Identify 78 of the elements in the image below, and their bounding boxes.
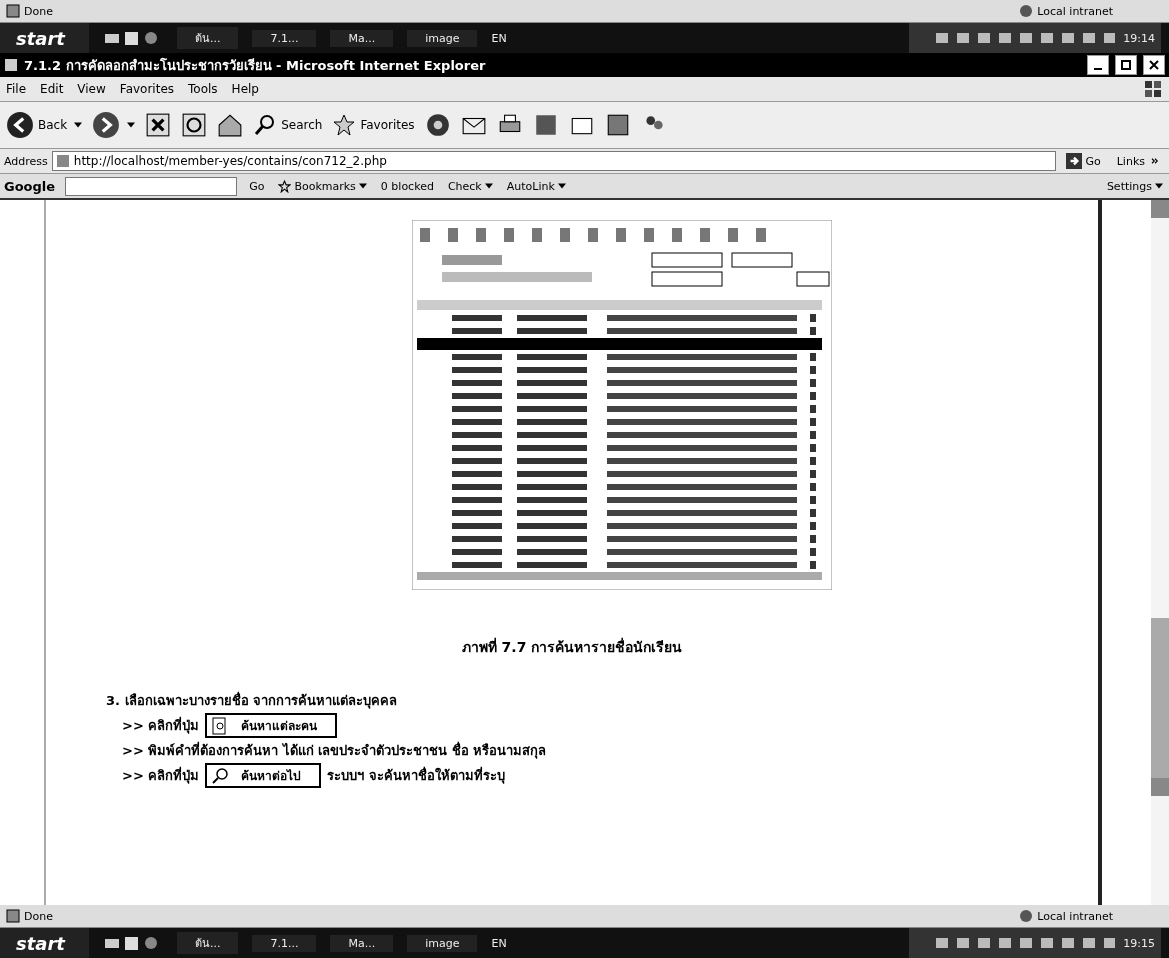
menu-item[interactable]: Help <box>231 82 259 96</box>
google-logo: Google <box>4 178 56 194</box>
refresh-icon[interactable] <box>181 112 208 138</box>
page-icon <box>55 154 70 168</box>
google-search-field[interactable] <box>65 176 238 196</box>
caret-icon <box>358 183 367 189</box>
status-text: Done <box>24 909 53 923</box>
instruction-text: ระบบฯ จะค้นหาชื่อให้ตามที่ระบุ <box>327 765 505 786</box>
caret-icon <box>557 183 566 189</box>
page-icon <box>6 4 20 18</box>
taskbar-task[interactable]: ต้น... <box>176 27 239 49</box>
globe-icon <box>1019 4 1034 18</box>
bookmarks-button[interactable]: Bookmarks <box>276 179 369 193</box>
google-go-button[interactable]: Go <box>247 179 267 193</box>
menu-item[interactable]: Tools <box>188 82 218 96</box>
taskbar-task[interactable]: Ma... <box>330 29 394 47</box>
language-indicator[interactable]: EN <box>491 936 507 950</box>
taskbar-task[interactable]: ต้น... <box>176 932 239 954</box>
caret-icon <box>1155 183 1163 189</box>
autolink-button[interactable]: AutoLink <box>504 179 568 193</box>
address-label: Address <box>4 154 48 168</box>
stop-icon[interactable] <box>145 112 172 138</box>
settings-button[interactable]: Settings <box>1104 179 1165 193</box>
step-heading: 3. เลือกเฉพาะบางรายชื่อ จากการค้นหาแต่ละบุคคล <box>106 690 399 711</box>
spell-check-button[interactable]: Check <box>445 179 495 193</box>
favorites-button[interactable]: Favorites <box>332 113 415 137</box>
status-text: Done <box>24 4 53 18</box>
start-button[interactable]: start <box>0 928 89 958</box>
home-icon[interactable] <box>217 112 244 138</box>
clock: 19:15 <box>1123 936 1155 950</box>
minimize-button[interactable] <box>1087 55 1109 75</box>
clock: 19:14 <box>1123 31 1155 45</box>
language-indicator[interactable]: EN <box>491 31 507 45</box>
media-icon[interactable] <box>424 112 451 138</box>
links-button[interactable]: Links <box>1110 153 1165 169</box>
forward-button[interactable] <box>92 111 136 139</box>
page-icon <box>6 909 20 923</box>
scrollbar[interactable] <box>1151 200 1169 905</box>
menu-item[interactable]: Edit <box>40 82 64 96</box>
taskbar-task[interactable]: 7.1... <box>252 934 317 952</box>
start-button[interactable]: start <box>0 23 89 53</box>
caret-icon <box>484 183 493 189</box>
popup-blocker-button[interactable]: 0 blocked <box>378 179 436 193</box>
star-icon <box>278 179 292 193</box>
zone-text: Local intranet <box>1037 909 1113 923</box>
globe-icon <box>1019 909 1034 923</box>
chevrons-icon <box>1151 158 1159 164</box>
taskbar-task[interactable]: image <box>407 934 478 952</box>
menu-item[interactable]: File <box>6 82 27 96</box>
close-icon <box>1147 58 1161 72</box>
instruction-text: >> พิมพ์คำที่ต้องการค้นหา ได้แก่ เลขประจำตัวประชาชน ชื่อ หรือนามสกุล <box>122 740 547 761</box>
search-icon <box>211 766 230 785</box>
figure-caption: ภาพที่ 7.7 การค้นหารายชื่อนักเรียน <box>461 636 683 657</box>
caret-icon <box>127 122 136 128</box>
instruction-text: >> คลิกที่ปุ่ม <box>122 715 200 736</box>
address-field[interactable]: http://localhost/member-yes/contains/con712_2.php <box>51 151 1057 171</box>
search-button-sample[interactable]: ค้นหาต่อไป <box>205 763 322 788</box>
menu-item[interactable]: View <box>77 82 106 96</box>
search-button[interactable]: Search <box>253 113 323 137</box>
maximize-button[interactable] <box>1115 55 1137 75</box>
taskbar-task[interactable]: 7.1... <box>252 29 317 47</box>
close-button[interactable] <box>1143 55 1165 75</box>
zone-text: Local intranet <box>1037 4 1113 18</box>
menu-item[interactable]: Favorites <box>119 82 175 96</box>
star-icon <box>332 113 357 137</box>
search-button-sample[interactable]: ค้นหาแต่ละคน <box>205 713 338 738</box>
minimize-icon <box>1094 68 1102 70</box>
go-button[interactable]: Go <box>1060 152 1107 170</box>
browser-icon <box>4 58 18 72</box>
taskbar-task[interactable]: Ma... <box>330 934 394 952</box>
arrow-icon <box>1066 153 1083 169</box>
instruction-text: >> คลิกที่ปุ่ม <box>122 765 200 786</box>
taskbar-task[interactable]: image <box>407 29 478 47</box>
windows-logo-icon <box>1143 79 1163 99</box>
window-title: 7.1.2 การคัดลอกสำมะโนประชากรวัยเรียน - Microsoft Internet Explorer <box>24 56 486 75</box>
caret-icon <box>74 122 83 128</box>
back-button[interactable]: Back <box>6 111 83 139</box>
maximize-icon <box>1119 58 1133 72</box>
